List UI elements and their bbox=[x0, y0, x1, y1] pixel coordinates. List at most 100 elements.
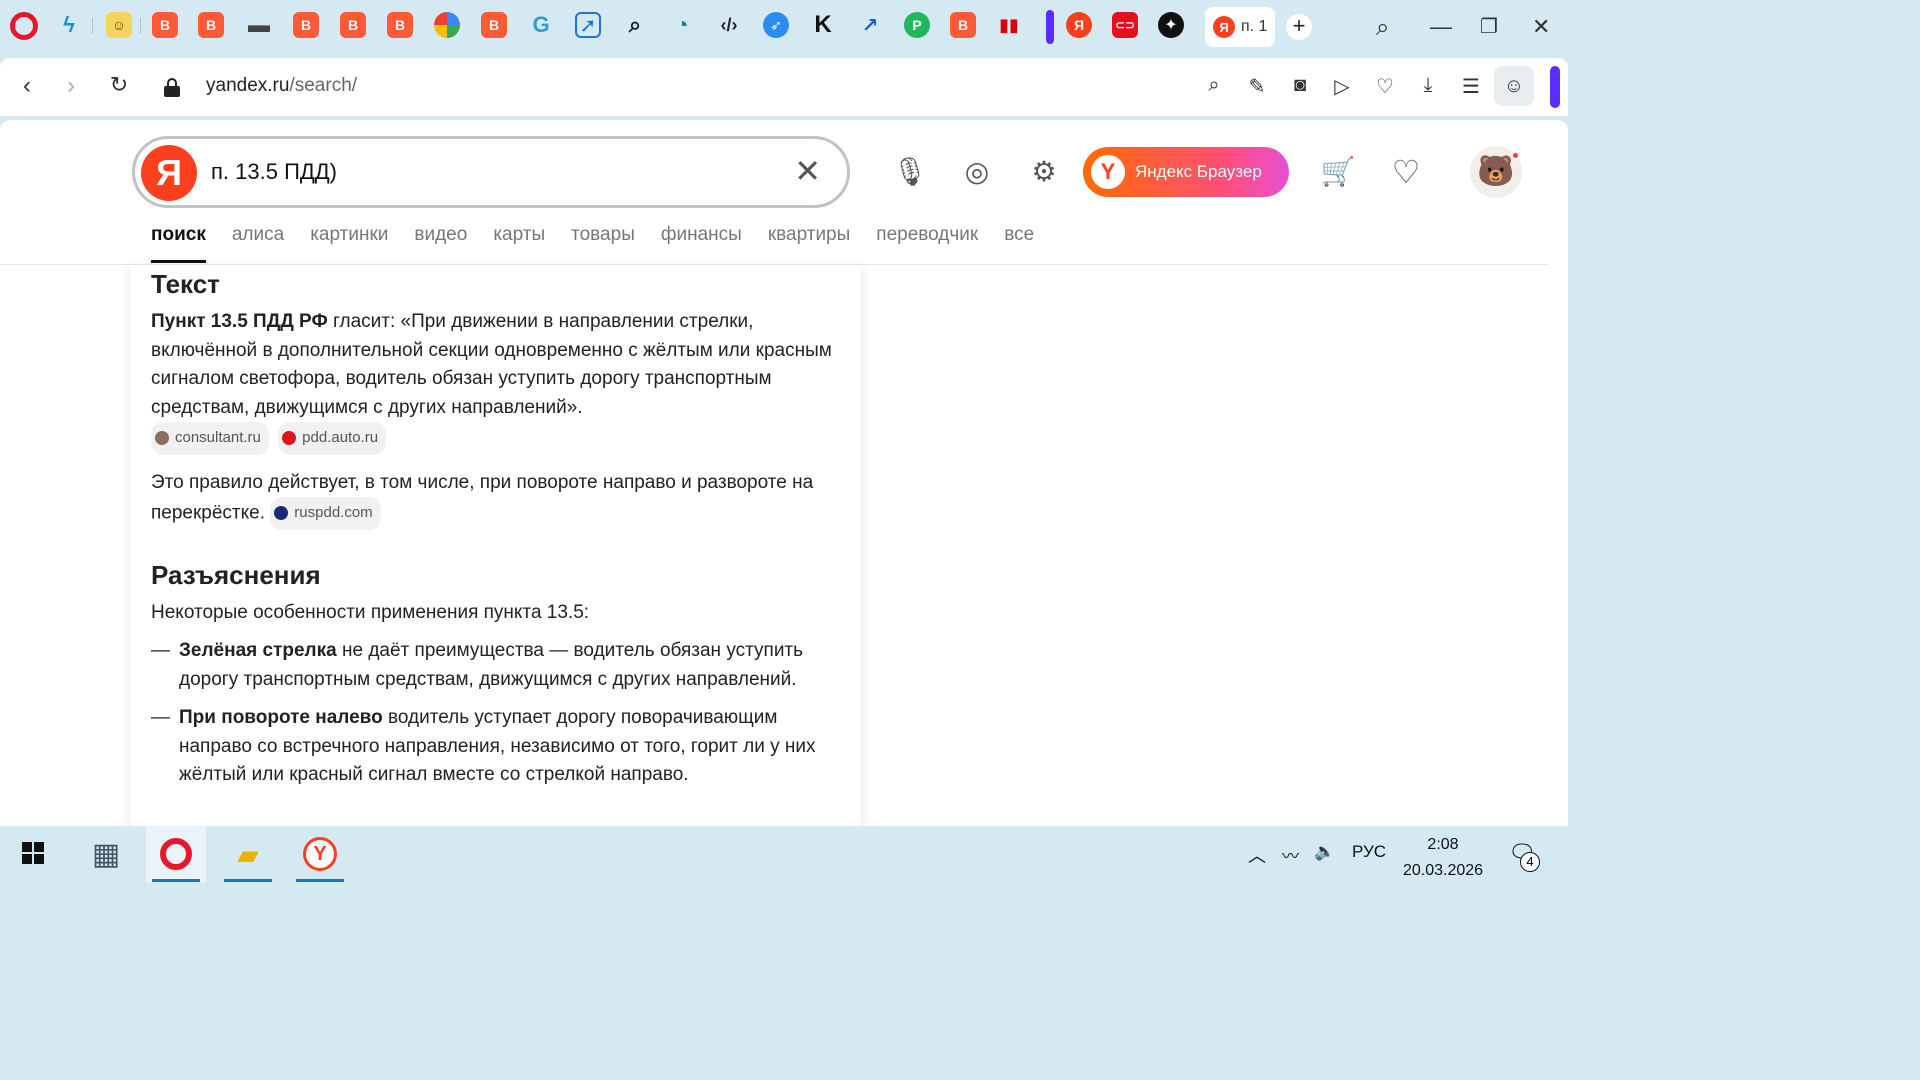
file-explorer-app[interactable]: ▰ bbox=[218, 826, 278, 882]
microphone-icon[interactable]: 🎙 bbox=[892, 154, 928, 190]
search-box[interactable]: Я п. 13.5 ПДД) ✕ bbox=[132, 136, 850, 208]
active-tab-label: п. 1 bbox=[1241, 18, 1268, 35]
menu-lines-icon[interactable]: ☰ bbox=[1457, 74, 1485, 99]
tab-icon-colorful[interactable] bbox=[434, 12, 460, 38]
tab-icon-blogger[interactable]: B bbox=[340, 12, 366, 38]
tab-icon-chart-circle[interactable]: ◔ bbox=[669, 12, 695, 38]
windows-start-icon[interactable] bbox=[22, 842, 46, 866]
tab-2[interactable]: картинки bbox=[310, 224, 388, 263]
date: 20.03.2026 bbox=[1402, 862, 1484, 879]
yandex-browser-button[interactable]: Y Яндекс Браузер bbox=[1083, 147, 1289, 197]
active-indicator bbox=[152, 879, 200, 882]
tab-icon-star[interactable]: ✦ bbox=[1158, 12, 1184, 38]
yandex-browser-label: Яндекс Браузер bbox=[1135, 162, 1262, 181]
active-tab[interactable]: Я п. 1 bbox=[1205, 7, 1275, 47]
tab-search-icon[interactable]: ⌕ bbox=[1376, 14, 1389, 42]
tab-icon-blogger[interactable]: B bbox=[152, 12, 178, 38]
yandex-browser-icon: Y bbox=[303, 837, 337, 871]
yandex-browser-app[interactable]: Y bbox=[290, 826, 350, 882]
tab-8[interactable]: переводчик bbox=[876, 224, 978, 263]
download-icon[interactable]: ⤓ bbox=[1414, 74, 1442, 97]
speaker-icon[interactable]: 🔈 bbox=[1314, 842, 1335, 862]
source-label: pdd.auto.ru bbox=[302, 429, 379, 446]
tab-icon-yandex[interactable]: Я bbox=[1066, 12, 1092, 38]
person-icon: ☺ bbox=[1503, 74, 1525, 97]
tab-icon-blogger[interactable]: B bbox=[198, 12, 224, 38]
tab-5[interactable]: товары bbox=[571, 224, 635, 263]
list-item: — Зелёная стрелка не даёт преимущества —… bbox=[151, 637, 840, 694]
tab-icon-car[interactable]: ⊂⊃ bbox=[1112, 12, 1138, 38]
forward-button[interactable]: › bbox=[56, 72, 86, 100]
tab-strip: ϟ ☺ B B ▬ B B B B G ➚ ⌕ ◔ ‹/› ➶ K ↗ P B … bbox=[0, 0, 1568, 58]
tab-icon-rocket[interactable]: ➶ bbox=[763, 12, 789, 38]
opera-app[interactable] bbox=[146, 826, 206, 882]
settings-sliders-icon[interactable]: ⚙ bbox=[1026, 154, 1062, 190]
cart-icon[interactable]: 🛒 bbox=[1320, 154, 1356, 190]
opera-menu-icon[interactable] bbox=[10, 12, 38, 40]
tab-icon-k[interactable]: K bbox=[810, 11, 836, 38]
tab-icon-bars[interactable]: ▮▮ bbox=[996, 12, 1022, 38]
lock-icon[interactable] bbox=[164, 78, 180, 97]
yandex-tab-icon: Я bbox=[1213, 16, 1235, 38]
calculator-app[interactable]: ▦ bbox=[76, 826, 136, 882]
close-button[interactable]: ✕ bbox=[1532, 14, 1550, 40]
tab-icon-bolt[interactable]: ϟ bbox=[56, 12, 82, 38]
yandex-browser-icon: Y bbox=[1091, 155, 1125, 189]
send-icon[interactable]: ▷ bbox=[1328, 74, 1356, 99]
tab-4[interactable]: карты bbox=[493, 224, 545, 263]
tab-icon-avatar[interactable]: ☺ bbox=[106, 12, 132, 38]
url-field[interactable]: yandex.ru/search/ bbox=[206, 75, 357, 97]
yandex-logo[interactable]: Я bbox=[141, 145, 197, 201]
source-badge[interactable]: ruspdd.com bbox=[270, 497, 381, 530]
pdd-auto-icon bbox=[282, 431, 297, 446]
tab-icon-blogger[interactable]: B bbox=[950, 12, 976, 38]
search-input[interactable]: п. 13.5 ПДД) bbox=[211, 159, 337, 185]
tab-9[interactable]: все bbox=[1004, 224, 1034, 263]
clock[interactable]: 2:08 20.03.2026 bbox=[1400, 832, 1486, 884]
tab-icon-magnifier[interactable]: ⌕ bbox=[622, 12, 648, 38]
folder-icon: ▰ bbox=[237, 838, 259, 870]
tab-icon-blogger[interactable]: B bbox=[293, 12, 319, 38]
tab-3[interactable]: видео bbox=[414, 224, 467, 263]
tab-icon-code[interactable]: ‹/› bbox=[716, 12, 742, 38]
item-bold: При повороте налево bbox=[179, 707, 383, 728]
section-title-explanations: Разъяснения bbox=[151, 559, 321, 590]
language-indicator[interactable]: РУС bbox=[1352, 842, 1386, 862]
active-indicator bbox=[296, 879, 344, 882]
tab-icon-cursor[interactable]: ➚ bbox=[575, 12, 601, 38]
reload-button[interactable]: ↻ bbox=[104, 72, 134, 98]
source-badge[interactable]: consultant.ru bbox=[151, 422, 269, 455]
tab-icon-blogger[interactable]: B bbox=[481, 12, 507, 38]
camera-icon[interactable]: ◙ bbox=[1286, 74, 1314, 97]
tab-icon-p[interactable]: P bbox=[904, 12, 930, 38]
tab-separator bbox=[92, 18, 93, 34]
new-tab-button[interactable]: + bbox=[1286, 14, 1312, 40]
chevron-up-icon[interactable]: ︿ bbox=[1248, 842, 1266, 868]
notification-count: 4 bbox=[1520, 852, 1540, 872]
wifi-icon[interactable]: 〰 bbox=[1282, 842, 1299, 867]
tab-icon-g-circle[interactable]: G bbox=[528, 12, 554, 38]
clear-search-icon[interactable]: ✕ bbox=[794, 155, 821, 187]
tab-7[interactable]: квартиры bbox=[768, 224, 850, 263]
camera-search-icon[interactable]: ◎ bbox=[959, 154, 995, 190]
back-button[interactable]: ‹ bbox=[12, 72, 42, 100]
tab-icon-trend[interactable]: ↗ bbox=[857, 12, 883, 38]
heart-icon[interactable]: ♡ bbox=[1371, 74, 1399, 99]
favorites-heart-icon[interactable]: ♡ bbox=[1388, 154, 1424, 190]
rule-bold: Пункт 13.5 ПДД РФ bbox=[151, 311, 328, 332]
tab-0[interactable]: поиск bbox=[151, 224, 206, 263]
tab-icon-blogger[interactable]: B bbox=[387, 12, 413, 38]
profile-button[interactable]: ☺ bbox=[1494, 66, 1534, 106]
ruspdd-icon bbox=[274, 506, 289, 521]
tab-6[interactable]: финансы bbox=[661, 224, 742, 263]
restore-button[interactable]: ❐ bbox=[1480, 14, 1498, 39]
paragraph-intro: Некоторые особенности применения пункта … bbox=[151, 601, 590, 623]
source-badge[interactable]: pdd.auto.ru bbox=[278, 422, 387, 455]
lens-search-icon[interactable]: ⌕ bbox=[1200, 74, 1228, 97]
search-nav-tabs: поиск алиса картинки видео карты товары финанс… bbox=[151, 224, 1060, 263]
edit-icon[interactable]: ✎ bbox=[1243, 74, 1271, 99]
answer-card: Текст Пункт 13.5 ПДД РФ гласит: «При дви… bbox=[130, 265, 861, 826]
tab-icon-document[interactable]: ▬ bbox=[246, 12, 272, 38]
tab-1[interactable]: алиса bbox=[232, 224, 284, 263]
minimize-button[interactable]: — bbox=[1430, 14, 1452, 40]
